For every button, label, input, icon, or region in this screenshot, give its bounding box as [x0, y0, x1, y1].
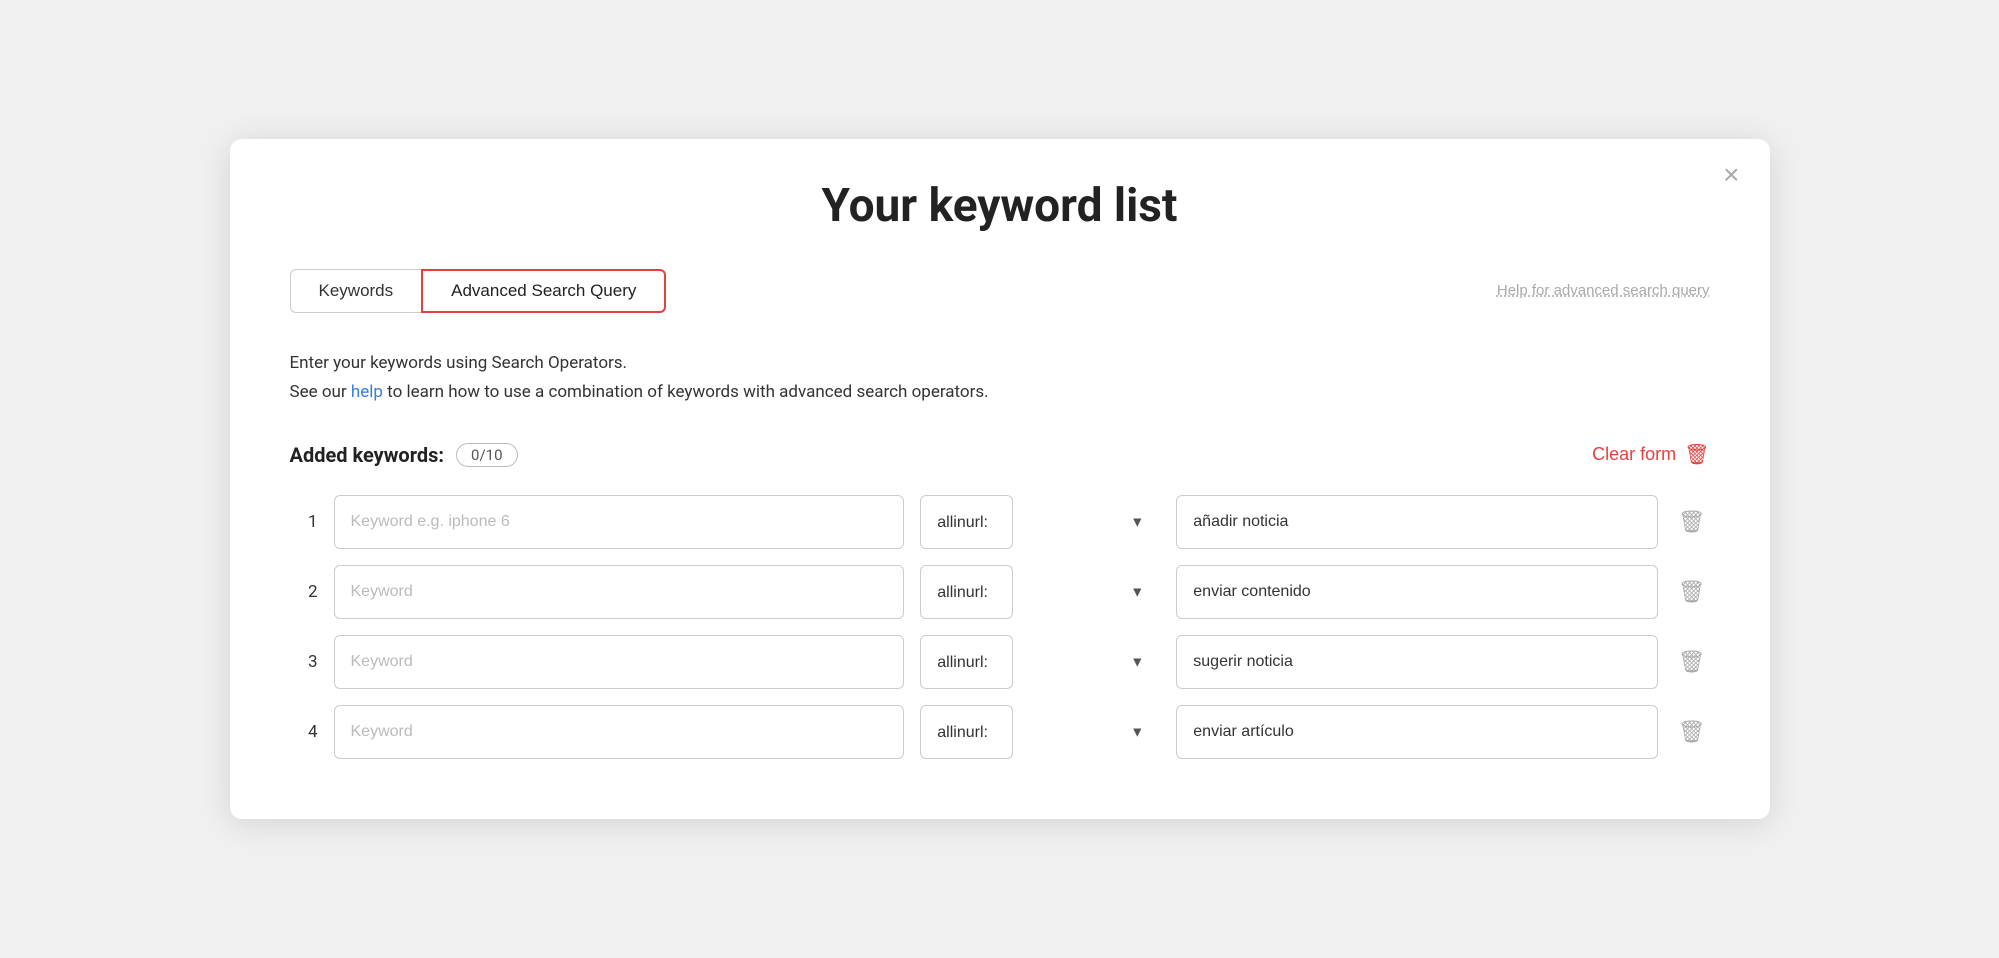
delete-row-button-3[interactable]: 🗑: [1674, 645, 1710, 679]
modal-title: Your keyword list: [290, 179, 1710, 233]
clear-form-button[interactable]: Clear form 🗑: [1592, 442, 1709, 467]
keyword-rows: 1 allinurl:allintitle:allintext:inurl:int…: [290, 495, 1710, 759]
operator-select-2[interactable]: allinurl:allintitle:allintext:inurl:inti…: [920, 565, 1013, 619]
operator-wrapper-4: allinurl:allintitle:allintext:inurl:inti…: [920, 705, 1160, 759]
keyword-input-3[interactable]: [334, 635, 905, 689]
description-line2: See our help to learn how to use a combi…: [290, 378, 1710, 407]
added-keywords-text: Added keywords:: [290, 443, 445, 467]
keywords-count-badge: 0/10: [456, 443, 517, 467]
value-input-3[interactable]: [1176, 635, 1657, 689]
help-link[interactable]: Help for advanced search query: [1497, 282, 1710, 299]
operator-wrapper-1: allinurl:allintitle:allintext:inurl:inti…: [920, 495, 1160, 549]
clear-trash-icon: 🗑: [1684, 442, 1709, 467]
operator-select-1[interactable]: allinurl:allintitle:allintext:inurl:inti…: [920, 495, 1013, 549]
operator-wrapper-3: allinurl:allintitle:allintext:inurl:inti…: [920, 635, 1160, 689]
added-keywords-label: Added keywords: 0/10: [290, 443, 518, 467]
keyword-input-4[interactable]: [334, 705, 905, 759]
keyword-row: 3 allinurl:allintitle:allintext:inurl:int…: [290, 635, 1710, 689]
delete-row-button-4[interactable]: 🗑: [1674, 715, 1710, 749]
keyword-row: 1 allinurl:allintitle:allintext:inurl:int…: [290, 495, 1710, 549]
operator-select-4[interactable]: allinurl:allintitle:allintext:inurl:inti…: [920, 705, 1013, 759]
description-line2-after: to learn how to use a combination of key…: [383, 382, 989, 402]
clear-form-label: Clear form: [1592, 444, 1676, 465]
tab-advanced-search-query[interactable]: Advanced Search Query: [421, 269, 666, 313]
description-line2-before: See our: [290, 382, 351, 402]
row-num-4: 4: [290, 722, 318, 742]
tab-keywords[interactable]: Keywords: [290, 269, 422, 313]
close-button[interactable]: ×: [1723, 161, 1739, 189]
delete-row-button-2[interactable]: 🗑: [1674, 575, 1710, 609]
value-input-2[interactable]: [1176, 565, 1657, 619]
description-line1: Enter your keywords using Search Operato…: [290, 349, 1710, 378]
keyword-row: 4 allinurl:allintitle:allintext:inurl:int…: [290, 705, 1710, 759]
keyword-input-1[interactable]: [334, 495, 905, 549]
description: Enter your keywords using Search Operato…: [290, 349, 1710, 407]
tabs-container: Keywords Advanced Search Query: [290, 269, 667, 313]
keyword-row: 2 allinurl:allintitle:allintext:inurl:int…: [290, 565, 1710, 619]
row-num-1: 1: [290, 512, 318, 532]
row-num-2: 2: [290, 582, 318, 602]
keyword-input-2[interactable]: [334, 565, 905, 619]
delete-row-button-1[interactable]: 🗑: [1674, 505, 1710, 539]
added-keywords-row: Added keywords: 0/10 Clear form 🗑: [290, 442, 1710, 467]
value-input-1[interactable]: [1176, 495, 1657, 549]
description-help-link[interactable]: help: [351, 382, 383, 402]
operator-select-3[interactable]: allinurl:allintitle:allintext:inurl:inti…: [920, 635, 1013, 689]
operator-wrapper-2: allinurl:allintitle:allintext:inurl:inti…: [920, 565, 1160, 619]
modal: × Your keyword list Keywords Advanced Se…: [230, 139, 1770, 820]
value-input-4[interactable]: [1176, 705, 1657, 759]
row-num-3: 3: [290, 652, 318, 672]
tabs-row: Keywords Advanced Search Query Help for …: [290, 269, 1710, 313]
